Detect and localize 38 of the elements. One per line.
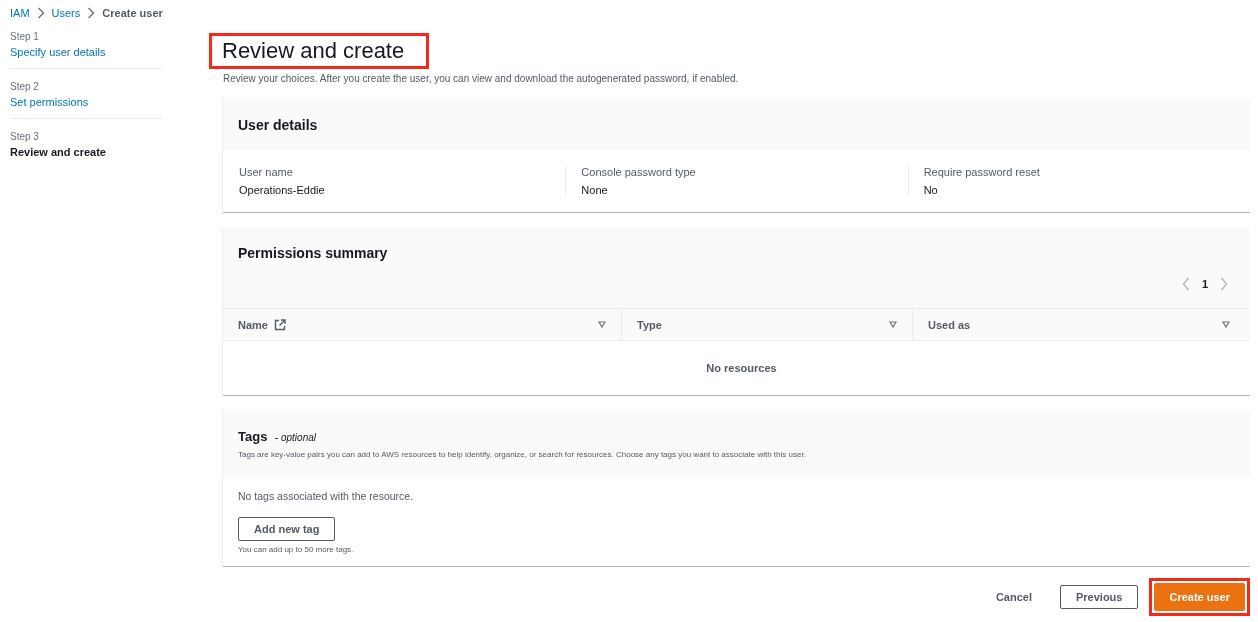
empty-message: No tags associated with the resource. bbox=[238, 490, 415, 502]
step-number: Step 1 bbox=[10, 31, 40, 42]
sort-icon[interactable] bbox=[1222, 321, 1230, 328]
chevron-right-icon bbox=[87, 7, 96, 19]
column-header[interactable]: Name bbox=[238, 318, 268, 331]
empty-message: No resources bbox=[706, 362, 777, 374]
column-header[interactable]: Used as bbox=[928, 318, 971, 331]
chevron-right-icon bbox=[36, 7, 45, 19]
step-number: Step 3 bbox=[10, 131, 40, 142]
external-link-icon[interactable] bbox=[273, 318, 286, 331]
add-tag-button[interactable]: Add new tag bbox=[238, 517, 336, 541]
card-title: Permissions summary bbox=[238, 245, 389, 261]
page-title: Review and create bbox=[222, 37, 405, 65]
page-description: Review your choices. After you create the user, you can view and download the autogenerated password, if enabled. bbox=[223, 73, 740, 84]
field-label: Console password type bbox=[581, 166, 697, 178]
card-description: Tags are key-value pairs you can add to AWS resources to help identify, organize, or search for resources. Choose any tags you want to associate with this user. bbox=[238, 450, 807, 459]
field-value: Operations-Eddie bbox=[239, 184, 326, 196]
optional-label: - optional bbox=[274, 432, 316, 443]
breadcrumb-current: Create user bbox=[102, 7, 163, 19]
field-label: User name bbox=[239, 166, 294, 178]
step-link[interactable]: Set permissions bbox=[10, 96, 200, 108]
card-title: User details bbox=[238, 116, 318, 133]
sort-icon[interactable] bbox=[889, 321, 897, 328]
field-value: No bbox=[923, 184, 939, 196]
step-number: Step 2 bbox=[10, 81, 40, 92]
cancel-button[interactable]: Cancel bbox=[983, 586, 1044, 608]
sort-icon[interactable] bbox=[598, 321, 606, 328]
breadcrumb-link[interactable]: Users bbox=[51, 7, 81, 19]
page-number[interactable]: 1 bbox=[1201, 278, 1208, 290]
card-title: Tags bbox=[238, 429, 268, 444]
previous-button[interactable]: Previous bbox=[1060, 585, 1139, 609]
step-link[interactable]: Review and create bbox=[10, 146, 200, 158]
step-link[interactable]: Specify user details bbox=[10, 46, 200, 58]
field-label: Require password reset bbox=[923, 166, 1041, 178]
field-value: None bbox=[581, 184, 609, 196]
hint-text: You can add up to 50 more tags. bbox=[238, 545, 355, 554]
column-header[interactable]: Type bbox=[637, 318, 662, 331]
breadcrumb-link[interactable]: IAM bbox=[10, 7, 30, 19]
